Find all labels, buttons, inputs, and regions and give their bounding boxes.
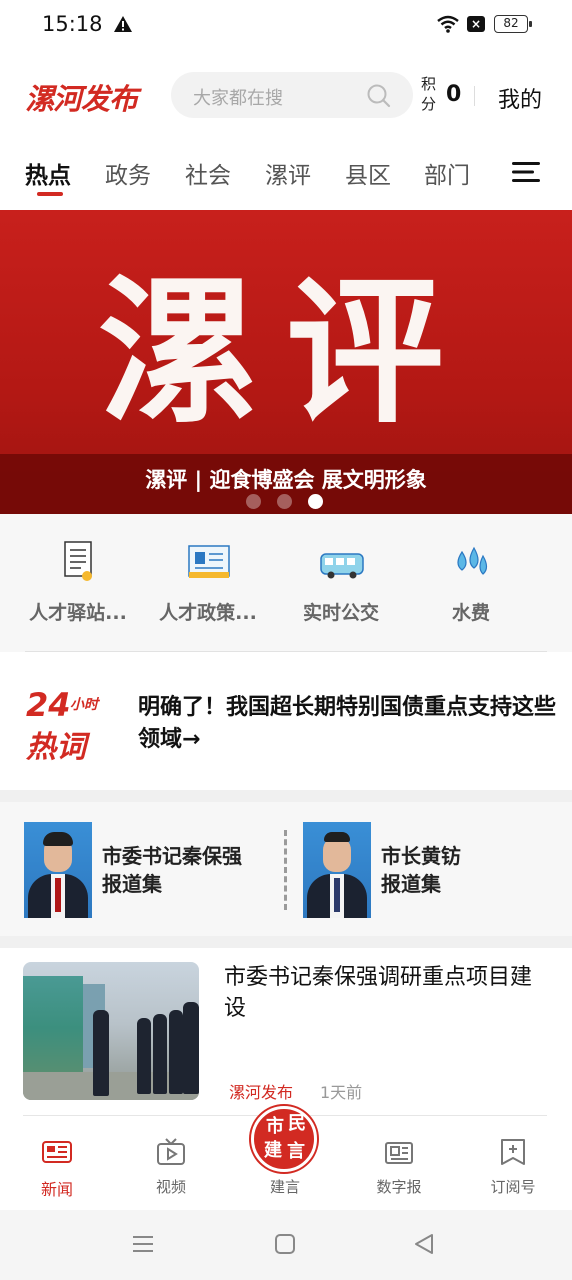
banner-carousel[interactable]: 漯评 漯评 | 迎食博盛会 展文明形象: [0, 210, 572, 514]
hot-words-logo-hours: 小时: [70, 697, 98, 713]
status-bar: 15:18 × 82: [0, 0, 572, 50]
service-label: 人才驿站...: [29, 602, 127, 624]
hot-words-section[interactable]: 24 小时 热词 明确了！我国超长期特别国债重点支持这些领域→: [0, 652, 572, 790]
tab-government[interactable]: 政务: [105, 156, 151, 190]
tab-departments[interactable]: 部门: [424, 156, 470, 190]
search-icon[interactable]: [365, 82, 393, 110]
tab-counties[interactable]: 县区: [345, 156, 391, 190]
nav-label: 订阅号: [490, 1178, 536, 1196]
stamp-char: 民: [288, 1113, 306, 1134]
search-placeholder: 大家都在搜: [193, 88, 283, 109]
system-navigation-bar: [0, 1210, 572, 1280]
back-icon[interactable]: [412, 1232, 436, 1256]
nav-subscriptions[interactable]: 订阅号: [456, 1116, 570, 1210]
recent-apps-icon[interactable]: [131, 1232, 155, 1256]
tab-society[interactable]: 社会: [185, 156, 231, 190]
nav-video[interactable]: 视频: [114, 1116, 228, 1210]
news-source: 漯河发布: [229, 1083, 294, 1102]
status-time: 15:18: [42, 12, 103, 36]
newspaper-icon: [385, 1142, 413, 1164]
id-card-icon: [188, 545, 230, 578]
service-realtime-bus[interactable]: 实时公交: [276, 514, 406, 652]
news-thumbnail: [23, 962, 199, 1100]
news-icon: [42, 1141, 72, 1163]
leader-subtitle: 报道集: [102, 872, 162, 896]
hot-words-logo: 24 小时 热词: [26, 686, 118, 765]
leader-card-secretary[interactable]: 市委书记秦保强 报道集: [24, 822, 264, 918]
nav-label: 新闻: [40, 1180, 73, 1199]
leader-name: 市长黄钫 报道集: [381, 842, 551, 898]
leader-card-mayor[interactable]: 市长黄钫 报道集: [303, 822, 543, 918]
nav-label: 建言: [269, 1178, 300, 1196]
home-icon[interactable]: [273, 1232, 297, 1256]
service-label: 实时公交: [302, 602, 379, 624]
news-time: 1天前: [320, 1083, 363, 1102]
nav-label: 数字报: [376, 1178, 422, 1196]
banner-caption: 漯评 | 迎食博盛会 展文明形象: [145, 468, 427, 492]
avatar: [303, 822, 371, 918]
leader-reports: 市委书记秦保强 报道集 市长黄钫 报道集: [0, 802, 572, 936]
quick-services: 人才驿站... 人才政策... 实时公交 水费: [0, 514, 572, 652]
header-divider: [474, 86, 475, 106]
service-talent-policy[interactable]: 人才政策...: [143, 514, 273, 652]
hot-words-logo-word: 热词: [26, 730, 86, 765]
stamp-char: 建: [264, 1140, 282, 1161]
service-water-fee[interactable]: 水费: [406, 514, 536, 652]
stamp-char: 市: [266, 1116, 284, 1137]
service-label: 人才政策...: [159, 602, 257, 624]
leader-name: 市委书记秦保强 报道集: [102, 842, 272, 898]
subscribe-icon: [501, 1139, 525, 1165]
stamp-char: 言: [287, 1141, 305, 1162]
app-header: 漯河发布 大家都在搜 积分 0 我的: [0, 60, 572, 132]
carousel-dot[interactable]: [277, 494, 292, 509]
tab-luohe-commentary[interactable]: 漯评: [265, 156, 311, 190]
carousel-dot[interactable]: [246, 494, 261, 509]
document-icon: [64, 541, 92, 581]
bus-icon: [320, 553, 364, 579]
nav-digital-newspaper[interactable]: 数字报: [342, 1116, 456, 1210]
section-separator: [0, 790, 572, 802]
vertical-dashed-divider: [284, 830, 287, 910]
section-separator: [0, 936, 572, 948]
menu-icon[interactable]: [512, 160, 540, 184]
no-sim-icon: ×: [467, 16, 485, 32]
active-tab-indicator: [37, 192, 63, 196]
news-list-item[interactable]: 市委书记秦保强调研重点项目建设 漯河发布 1天前: [0, 948, 572, 1116]
tv-icon: [157, 1138, 185, 1165]
banner-headline: 漯评: [98, 261, 474, 445]
hot-words-logo-number: 24: [26, 686, 71, 724]
leader-title: 市委书记秦保强: [102, 844, 242, 868]
battery-icon: 82: [494, 15, 532, 33]
service-label: 水费: [451, 602, 490, 624]
search-bar[interactable]: 大家都在搜: [171, 72, 413, 118]
mine-button[interactable]: 我的: [498, 82, 542, 114]
leader-subtitle: 报道集: [381, 872, 441, 896]
nav-label: 视频: [155, 1178, 186, 1196]
hot-words-headline[interactable]: 明确了！我国超长期特别国债重点支持这些领域→: [138, 692, 558, 756]
wifi-icon: [437, 15, 459, 33]
tab-hot[interactable]: 热点: [25, 156, 71, 190]
points-value[interactable]: 0: [446, 82, 461, 107]
channel-tabs: 热点 政务 社会 漯评 县区 部门: [0, 146, 572, 200]
carousel-dot-active[interactable]: [308, 494, 323, 509]
avatar: [24, 822, 92, 918]
water-drops-icon: [457, 546, 488, 575]
citizen-advice-stamp-icon[interactable]: 市 民 建 言: [251, 1106, 317, 1172]
news-title[interactable]: 市委书记秦保强调研重点项目建设: [224, 962, 550, 1024]
app-logo[interactable]: 漯河发布: [25, 76, 138, 118]
leader-title: 市长黄钫: [381, 844, 461, 868]
service-talent-station[interactable]: 人才驿站...: [13, 514, 143, 652]
nav-news[interactable]: 新闻: [0, 1116, 114, 1210]
points-label: 积分: [421, 75, 437, 113]
warning-icon: [114, 16, 132, 32]
